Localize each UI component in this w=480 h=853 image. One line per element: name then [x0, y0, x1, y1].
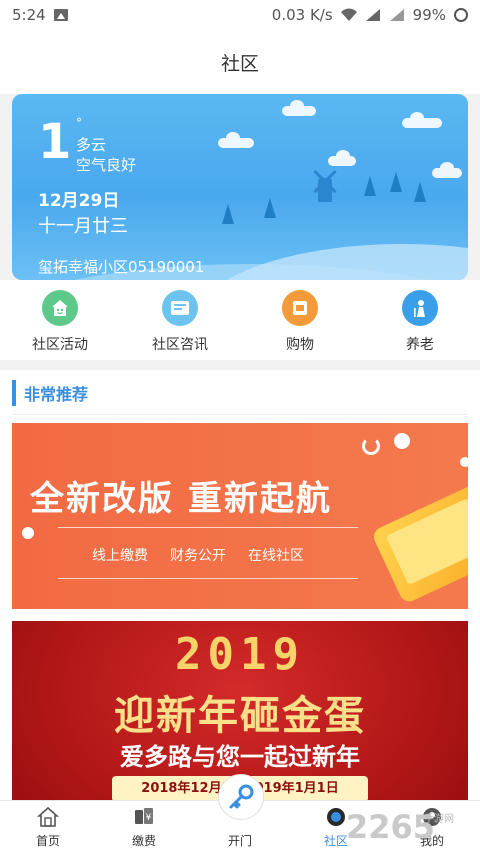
banner-tags: 线上缴费 财务公开 在线社区: [92, 545, 304, 565]
payment-icon: ¥: [135, 808, 153, 824]
cloud-icon: [402, 112, 442, 128]
banner-tag: 线上缴费: [92, 548, 148, 564]
site-watermark: 2265 手游网: [346, 804, 474, 850]
tree-icon: [390, 172, 402, 192]
quick-menu: 社区活动 社区咨讯 购物 养老: [0, 280, 480, 360]
battery-icon: [454, 8, 468, 22]
watermark-site: 手游网: [424, 814, 454, 825]
status-bar: 5:24 0.03 K/s 99%: [0, 0, 480, 30]
banner-redesign[interactable]: 全新改版 重新起航 线上缴费 财务公开 在线社区: [12, 423, 468, 609]
air-quality: 空气良好: [76, 156, 137, 174]
watermark-number: 2265: [346, 808, 436, 846]
banner-tag: 财务公开: [170, 548, 226, 564]
phone-illustration: [370, 481, 468, 605]
cloud-icon: [282, 100, 316, 116]
windmill-icon: [318, 178, 332, 202]
cloud-icon: [218, 132, 254, 148]
tab-payment[interactable]: ¥ 缴费: [96, 801, 192, 853]
cloud-icon: [432, 162, 462, 178]
banner-year: 2019: [175, 629, 305, 680]
banner-tag: 在线社区: [248, 548, 304, 564]
svg-text:¥: ¥: [146, 813, 152, 823]
network-speed: 0.03 K/s: [271, 6, 333, 24]
section-title: 非常推荐: [12, 380, 88, 406]
dot-decoration: [22, 527, 34, 539]
tab-label: 开门: [227, 834, 252, 848]
weather-condition: 多云: [76, 136, 107, 154]
tree-icon: [222, 204, 234, 224]
image-notification-icon: [53, 9, 68, 21]
smile-icon: [42, 290, 78, 326]
dot-decoration: [460, 457, 468, 467]
battery-percent: 99%: [412, 6, 446, 24]
ring-decoration: [362, 437, 380, 455]
key-icon: [222, 778, 260, 816]
home-icon: [37, 806, 59, 827]
cell-signal-2-icon: [389, 9, 404, 21]
menu-label: 社区咨讯: [152, 337, 208, 353]
cell-signal-icon: [365, 9, 380, 21]
date: 12月29日: [38, 191, 120, 211]
lunar-date: 十一月廿三: [38, 216, 128, 237]
banner-subtitle: 爱多路与您一起过新年: [120, 743, 360, 771]
banner-title: 迎新年砸金蛋: [114, 693, 366, 739]
cloud-icon: [328, 150, 356, 166]
shopping-icon: [282, 290, 318, 326]
menu-label: 养老: [406, 337, 434, 353]
tree-icon: [364, 176, 376, 196]
dot-decoration: [394, 433, 410, 449]
page-title: 社区: [220, 52, 259, 75]
menu-item-elderly-care[interactable]: 养老: [360, 280, 480, 360]
tab-label: 缴费: [131, 834, 156, 848]
community-name: 玺拓幸福小区05190001: [38, 258, 205, 276]
elderly-icon: [402, 290, 438, 326]
menu-item-community-activity[interactable]: 社区活动: [0, 280, 120, 360]
menu-item-shopping[interactable]: 购物: [240, 280, 360, 360]
banner-headline: 全新改版 重新起航: [30, 479, 332, 519]
divider-line: [58, 578, 358, 579]
tree-icon: [264, 198, 276, 218]
tree-icon: [414, 182, 426, 202]
menu-label: 购物: [286, 337, 314, 353]
tab-label: 首页: [35, 834, 60, 848]
weather-card[interactable]: 1 ° 多云 空气良好 12月29日 十一月廿三 玺拓幸福小区05190001: [12, 94, 468, 280]
open-door-button[interactable]: [218, 774, 264, 820]
app-bar: 社区: [0, 30, 480, 94]
community-icon: [327, 808, 345, 826]
status-time: 5:24: [12, 6, 46, 24]
wifi-icon: [340, 8, 357, 21]
news-icon: [162, 290, 198, 326]
tab-label: 社区: [323, 834, 348, 848]
tab-home[interactable]: 首页: [0, 801, 96, 853]
divider: [12, 414, 468, 415]
divider-line: [58, 527, 358, 528]
temperature: 1: [38, 114, 72, 170]
degree-mark: °: [76, 116, 82, 130]
menu-label: 社区活动: [32, 337, 88, 353]
menu-item-community-news[interactable]: 社区咨讯: [120, 280, 240, 360]
